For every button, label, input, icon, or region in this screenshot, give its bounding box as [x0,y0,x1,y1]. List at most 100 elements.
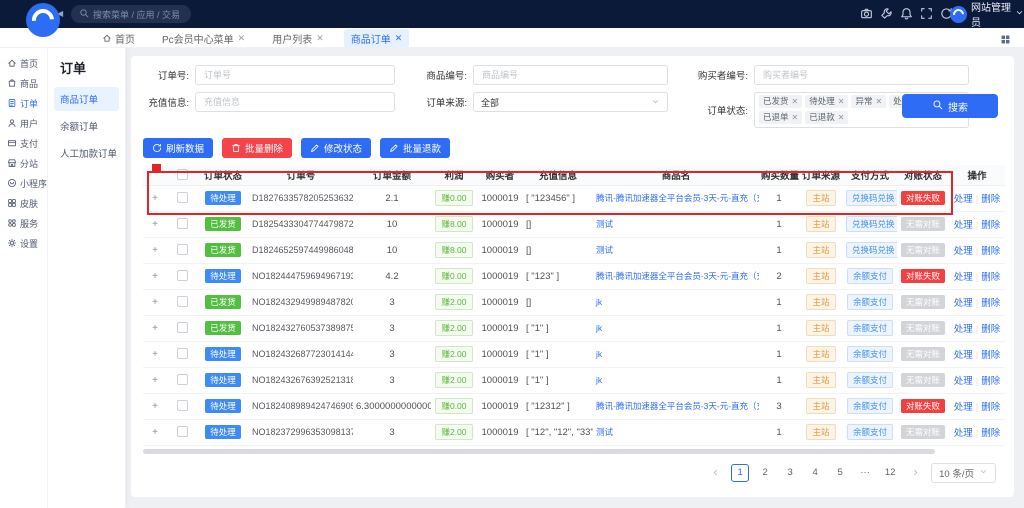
expand-row-button[interactable]: + [152,245,158,256]
topbar-camera-icon[interactable] [860,7,873,20]
product-no-input[interactable] [473,65,668,85]
status-chip[interactable]: 待处理✕ [805,95,848,108]
row-checkbox[interactable] [177,218,188,229]
submenu-item-人工加款订单[interactable]: 人工加款订单 [54,141,119,165]
sidebar-item-皮肤[interactable]: 皮肤 [0,193,47,213]
row-action-process[interactable]: 处理 [954,272,973,283]
status-chip[interactable]: 异常✕ [851,95,886,108]
status-chip[interactable]: 已发货✕ [759,95,802,108]
row-checkbox[interactable] [177,426,188,437]
sidebar-item-服务[interactable]: 服务 [0,213,47,233]
row-checkbox[interactable] [177,374,188,385]
page-4[interactable]: 4 [806,464,824,482]
row-checkbox[interactable] [177,244,188,255]
close-icon[interactable]: ✕ [838,97,845,106]
expand-row-button[interactable]: + [152,193,158,204]
expand-row-button[interactable]: + [152,219,158,230]
close-icon[interactable]: ✕ [838,113,845,122]
tab-首页[interactable]: 首页 [95,29,142,48]
toolbar-button-刷新数据[interactable]: 刷新数据 [143,138,213,158]
row-action-process[interactable]: 处理 [954,402,973,413]
row-checkbox[interactable] [177,400,188,411]
topbar-tool-icon[interactable] [880,7,893,20]
page-12[interactable]: 12 [881,464,899,482]
tab-Pc会员中心菜单[interactable]: Pc会员中心菜单✕ [155,29,252,48]
sidebar-item-支付[interactable]: 支付 [0,133,47,153]
page-1[interactable]: 1 [731,464,749,482]
product-link[interactable]: 测试 [596,219,613,229]
product-link[interactable]: 测试 [596,245,613,255]
product-link[interactable]: 腾讯-腾讯加速器全平台会员-3天-元-直充（充QQ号） [596,401,759,411]
expand-row-button[interactable]: + [152,323,158,334]
status-chip[interactable]: 已退单✕ [759,111,802,124]
tab-用户列表[interactable]: 用户列表✕ [265,29,331,48]
row-checkbox[interactable] [177,322,188,333]
row-action-delete[interactable]: 删除 [981,324,1000,335]
buyer-no-input[interactable] [754,65,969,85]
row-action-process[interactable]: 处理 [954,246,973,257]
sidebar-item-小程序[interactable]: 小程序 [0,173,47,193]
sidebar-item-设置[interactable]: 设置 [0,233,47,253]
row-checkbox[interactable] [177,192,188,203]
row-action-process[interactable]: 处理 [954,298,973,309]
row-action-delete[interactable]: 删除 [981,428,1000,439]
global-search-input[interactable]: 搜索菜单 / 应用 / 交易 [71,5,191,23]
charge-info-input[interactable] [195,92,395,112]
row-action-delete[interactable]: 删除 [981,350,1000,361]
row-action-process[interactable]: 处理 [954,350,973,361]
toolbar-button-修改状态[interactable]: 修改状态 [301,138,371,158]
row-action-delete[interactable]: 删除 [981,272,1000,283]
user-menu[interactable]: 网站管理员 [950,4,1024,24]
topbar-bell-icon[interactable] [900,7,913,20]
toolbar-button-批量删除[interactable]: 批量删除 [222,138,292,158]
close-icon[interactable]: ✕ [395,33,403,44]
row-action-delete[interactable]: 删除 [981,246,1000,257]
close-icon[interactable]: ✕ [792,113,799,122]
search-button[interactable]: 搜索 [902,94,998,118]
grid-icon[interactable] [1000,32,1011,50]
page-2[interactable]: 2 [756,464,774,482]
expand-row-button[interactable]: + [152,297,158,308]
expand-row-button[interactable]: + [152,349,158,360]
row-action-delete[interactable]: 删除 [981,376,1000,387]
product-link[interactable]: 腾讯-腾讯加速器全平台会员-3天-元-直充（充QQ号） [596,193,759,203]
tab-商品订单[interactable]: 商品订单✕ [344,29,410,48]
next-page-button[interactable] [906,464,924,482]
expand-row-button[interactable]: + [152,401,158,412]
topbar-fullscreen-icon[interactable] [920,7,933,20]
expand-row-button[interactable]: + [152,375,158,386]
page-3[interactable]: 3 [781,464,799,482]
product-link[interactable]: jk [596,349,602,359]
row-action-process[interactable]: 处理 [954,220,973,231]
page-size-select[interactable]: 10 条/页 [931,463,996,483]
row-action-process[interactable]: 处理 [954,428,973,439]
row-action-process[interactable]: 处理 [954,324,973,335]
product-link[interactable]: jk [596,323,602,333]
submenu-item-余额订单[interactable]: 余额订单 [54,114,119,138]
row-action-delete[interactable]: 删除 [981,220,1000,231]
status-chip[interactable]: 已退款✕ [805,111,848,124]
row-action-delete[interactable]: 删除 [981,298,1000,309]
row-checkbox[interactable] [177,270,188,281]
close-icon[interactable]: ✕ [316,33,324,44]
page-5[interactable]: 5 [831,464,849,482]
sidebar-item-分站[interactable]: 分站 [0,153,47,173]
row-checkbox[interactable] [177,348,188,359]
select-all-checkbox[interactable] [177,169,188,180]
close-icon[interactable]: ✕ [875,97,882,106]
row-checkbox[interactable] [177,296,188,307]
order-no-input[interactable] [195,65,395,85]
row-action-delete[interactable]: 删除 [981,194,1000,205]
sidebar-item-用户[interactable]: 用户 [0,113,47,133]
submenu-item-商品订单[interactable]: 商品订单 [54,87,119,111]
expand-row-button[interactable]: + [152,271,158,282]
sidebar-item-商品[interactable]: 商品 [0,73,47,93]
prev-page-button[interactable] [706,464,724,482]
expand-row-button[interactable]: + [152,427,158,438]
product-link[interactable]: jk [596,297,602,307]
product-link[interactable]: 腾讯-腾讯加速器全平台会员-3天-元-直充（充QQ号） [596,271,759,281]
sidebar-item-首页[interactable]: 首页 [0,53,47,73]
close-icon[interactable]: ✕ [792,97,799,106]
product-link[interactable]: jk [596,375,602,385]
order-source-select[interactable]: 全部 [473,92,668,112]
